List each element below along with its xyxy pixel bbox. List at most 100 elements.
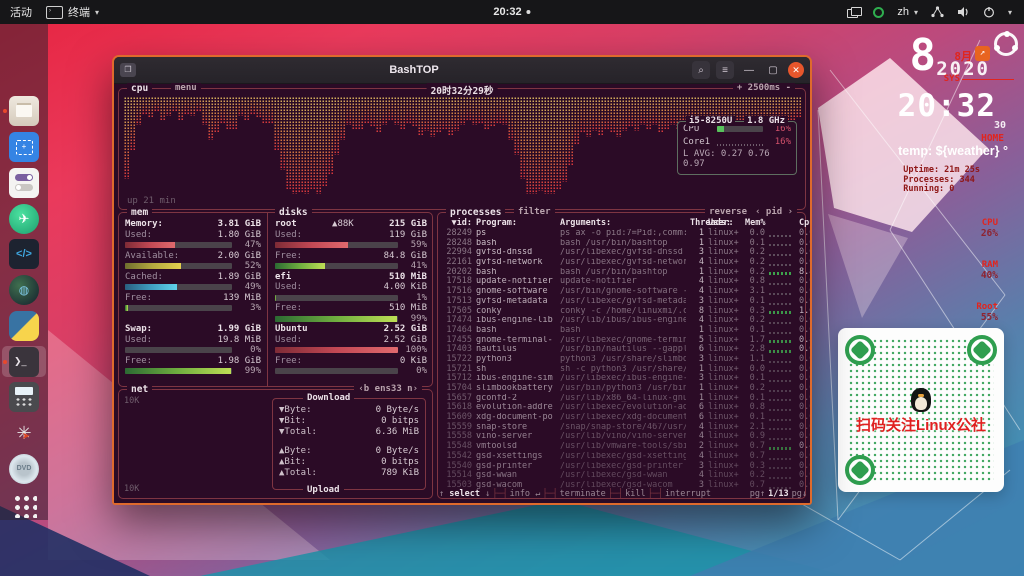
- qr-finder-icon: [967, 335, 997, 365]
- page-indicator: 1/13: [768, 489, 788, 499]
- input-method-switcher[interactable]: zh ▾: [897, 6, 918, 18]
- input-method-label: zh: [897, 6, 909, 18]
- search-icon[interactable]: ⌕: [692, 61, 710, 79]
- dock-item-files[interactable]: [2, 96, 46, 127]
- uptime-label: up 21 min: [127, 196, 176, 206]
- web-tool-icon: ✳➤: [9, 418, 39, 448]
- net-box-title: net: [127, 384, 152, 395]
- disk-header-row: Ubuntu2.52 GiB: [275, 324, 427, 335]
- footer-key-kill[interactable]: kill: [625, 489, 645, 499]
- conky-home-label: HOME: [981, 133, 1004, 144]
- dvd-icon: DVD: [9, 454, 39, 484]
- meter-label-row: Used:4.00 KiB: [275, 282, 427, 293]
- power-icon[interactable]: [983, 6, 995, 18]
- dock-item-vscode[interactable]: </>: [2, 239, 46, 270]
- download-label: Download: [303, 393, 354, 403]
- screen-recorder-icon[interactable]: [873, 7, 884, 18]
- dock-item-dvd[interactable]: DVD: [2, 454, 46, 485]
- hamburger-menu-icon[interactable]: ≡: [716, 61, 734, 79]
- session-clock: 20时32分29秒: [427, 83, 498, 97]
- app-menu[interactable]: › 终端 ▾: [46, 4, 99, 20]
- dock-item-calculator[interactable]: [2, 382, 46, 413]
- disk-header-row: root▲88K215 GiB: [275, 219, 427, 230]
- footer-separator: ├─┤: [608, 489, 623, 499]
- meter-bar-row: 47%: [125, 240, 261, 251]
- conky-day: 8: [910, 30, 935, 81]
- chevron-down-icon: ▾: [914, 8, 918, 17]
- core1-minigraph: [717, 139, 763, 146]
- workspaces-icon[interactable]: [847, 7, 860, 17]
- conky-stat-ram: RAM40%: [981, 260, 998, 281]
- android-studio-icon: ✈: [9, 204, 39, 234]
- footer-key-interrupt[interactable]: interrupt: [665, 489, 711, 499]
- meter-label-row: Free:510 MiB: [275, 303, 427, 314]
- load-average: L AVG: 0.27 0.76 0.97: [678, 148, 796, 170]
- meter-label-row: Used:19.8 MiB: [125, 335, 261, 346]
- footer-key-terminate[interactable]: terminate: [560, 489, 606, 499]
- dock-item-screenshot[interactable]: +: [2, 132, 46, 163]
- disks-box-title: disks: [275, 207, 312, 218]
- processes-box: processes filter reverse ‹ pid › ▼id: Pr…: [437, 212, 806, 499]
- meter-label-row: Used:1.80 GiB: [125, 230, 261, 241]
- bashtop-terminal: cpu menu 20时32分29秒 + 2500ms - up 21 min …: [114, 84, 810, 503]
- dock: + ✈ </> ◍ ❯_ ✳➤ DVD: [0, 24, 48, 520]
- meter-bar-row: 52%: [125, 261, 261, 272]
- dock-item-android-studio[interactable]: ✈: [2, 203, 46, 234]
- footer-key-info[interactable]: info ↵: [510, 489, 541, 499]
- meter-bar-row: 59%: [275, 240, 427, 251]
- net-stat-row: ▼Byte:0 Byte/s: [273, 405, 425, 416]
- net-interface-control[interactable]: ‹b ens33 n›: [354, 384, 422, 394]
- page-down-key[interactable]: pg↓: [792, 489, 807, 499]
- meter-label-row: Used:119 GiB: [275, 230, 427, 241]
- dock-item-web-tool[interactable]: ✳➤: [2, 418, 46, 449]
- tweaks-icon: [9, 168, 39, 198]
- refresh-interval-control[interactable]: + 2500ms -: [733, 83, 795, 93]
- system-menu-chevron-icon[interactable]: ▾: [1008, 8, 1012, 17]
- meter-bar-row: 99%: [125, 366, 261, 377]
- meter-bar-row: 0%: [275, 366, 427, 377]
- dock-item-browser[interactable]: ◍: [2, 275, 46, 306]
- footer-separator: ├─┤: [648, 489, 663, 499]
- conky-sys-line: [962, 79, 1014, 80]
- dock-item-terminal[interactable]: ❯_: [2, 346, 46, 377]
- meter-label-row: Available:2.00 GiB: [125, 251, 261, 262]
- page-up-key[interactable]: pg↑: [750, 489, 765, 499]
- volume-icon[interactable]: [957, 6, 970, 18]
- processes-list: 28249psps ax -o pid:7=Pid:,comm: 1linux+…: [438, 229, 805, 491]
- activities-button[interactable]: 活动: [10, 4, 32, 20]
- meter-label-row: Cached:1.89 GiB: [125, 272, 261, 283]
- cpu-model-label: i5-8250U: [686, 116, 735, 126]
- reverse-button[interactable]: reverse: [705, 207, 751, 217]
- sort-control[interactable]: ‹ pid ›: [751, 207, 797, 217]
- clock[interactable]: 20:32: [493, 6, 530, 18]
- window-titlebar[interactable]: ❐ BashTOP ⌕ ≡ — ▢ ✕: [114, 57, 810, 84]
- window-title: BashTOP: [142, 64, 686, 76]
- core1-pct: 16%: [767, 137, 791, 147]
- dock-item-app-grid[interactable]: [2, 489, 46, 520]
- maximize-button[interactable]: ▢: [764, 61, 782, 79]
- core1-label: Core1: [683, 137, 713, 147]
- mem-box-title: mem: [127, 207, 152, 218]
- cpu-box-title: cpu: [127, 83, 152, 94]
- close-button[interactable]: ✕: [788, 62, 804, 78]
- python-icon: [9, 311, 39, 341]
- network-icon[interactable]: [931, 6, 944, 18]
- cpu-total-meter: [717, 126, 763, 132]
- qr-finder-icon: [845, 335, 875, 365]
- meter-bar-row: 1%: [275, 293, 427, 304]
- dock-item-python[interactable]: [2, 311, 46, 342]
- net-stat-row: ▲Bit:0 bitps: [273, 457, 425, 468]
- filter-button[interactable]: filter: [514, 207, 555, 217]
- mem-box: mem disks Memory:3.81 GiBUsed:1.80 GiB47…: [118, 212, 433, 387]
- vscode-icon: </>: [9, 239, 39, 269]
- processes-box-title: processes: [446, 207, 505, 218]
- cpu-info-panel: i5-8250U 1.8 GHz CPU 16% Core1 16% L AVG…: [677, 121, 797, 175]
- clock-label: 20:32: [493, 6, 521, 18]
- dock-item-tweaks[interactable]: [2, 168, 46, 199]
- running-indicator-dot: [3, 360, 7, 364]
- menu-button[interactable]: menu: [171, 83, 201, 93]
- meter-bar-row: 49%: [125, 282, 261, 293]
- minimize-button[interactable]: —: [740, 61, 758, 79]
- bottom-key-bar: ↑ select ↓├─┤info ↵├─┤terminate├─┤kill├─…: [437, 488, 807, 500]
- footer-key-select[interactable]: ↑ select ↓: [439, 489, 490, 499]
